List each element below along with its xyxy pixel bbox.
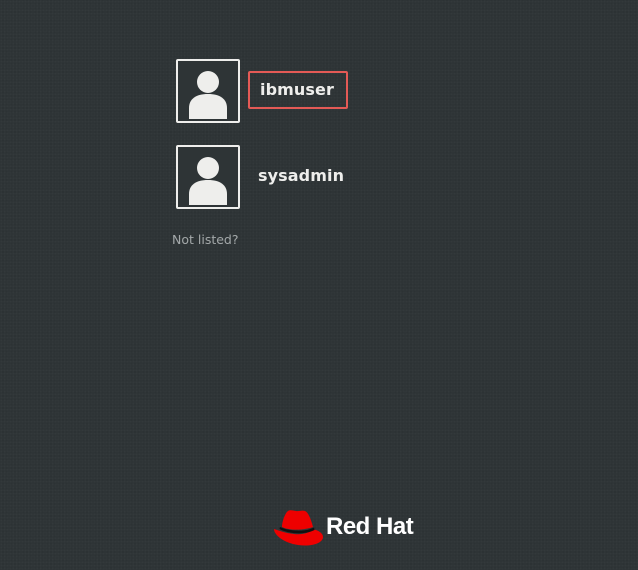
user-list: ibmuser sysadmin (176, 59, 476, 209)
user-name-label[interactable]: sysadmin (258, 166, 344, 186)
user-name-label[interactable]: ibmuser (248, 71, 348, 109)
user-item-sysadmin[interactable]: sysadmin (176, 145, 476, 209)
user-item-ibmuser[interactable]: ibmuser (176, 59, 476, 123)
brand-name: Red Hat (326, 513, 414, 540)
red-hat-fedora-icon (274, 510, 323, 546)
brand-logo: Red Hat (272, 507, 432, 549)
user-silhouette-icon (189, 157, 227, 205)
avatar[interactable] (176, 59, 240, 123)
user-silhouette-icon (189, 71, 227, 119)
avatar[interactable] (176, 145, 240, 209)
not-listed-link[interactable]: Not listed? (172, 232, 239, 248)
